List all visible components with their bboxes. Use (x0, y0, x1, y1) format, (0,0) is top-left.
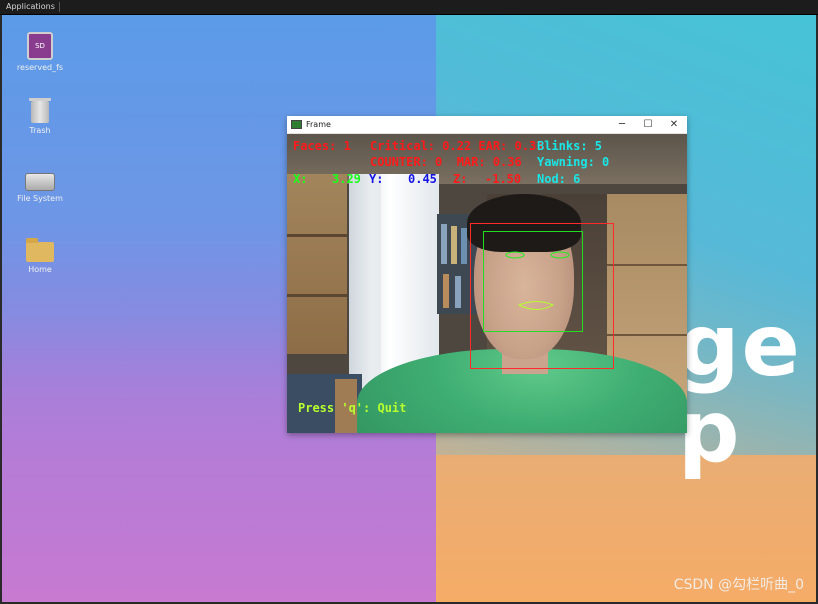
frame-window[interactable]: Frame ─ ☐ ✕ Faces: 1 Critical: 0.22 EAR:… (287, 116, 687, 433)
desktop-icon-home[interactable]: Home (10, 238, 70, 274)
z-value: -1.50 (485, 172, 522, 186)
left-eye-landmark (505, 251, 525, 259)
minimize-button[interactable]: ─ (609, 116, 635, 133)
desktop-icon-file-system[interactable]: File System (10, 173, 70, 203)
window-titlebar[interactable]: Frame ─ ☐ ✕ (287, 116, 687, 134)
nod-text: Nod: 6 (537, 172, 581, 186)
desktop-icon-label: File System (17, 194, 63, 203)
wallpaper-brand-text: ge p (678, 296, 802, 482)
y-label: Y: (369, 172, 384, 186)
mouth-landmark (517, 301, 555, 310)
right-eye-landmark (550, 251, 570, 259)
top-panel: Applications (0, 0, 818, 15)
desktop-icon-label: reserved_fs (16, 63, 64, 72)
desktop-icon-label: Home (28, 265, 52, 274)
desktop-icon-label: Trash (29, 126, 51, 135)
quit-hint-text: Press 'q': Quit (298, 401, 407, 415)
z-label: Z: (453, 172, 468, 186)
faces-count-text: Faces: 1 (293, 139, 351, 153)
counter-mar-text: COUNTER: 0 MAR: 0.36 (370, 155, 522, 169)
detection-overlay: Faces: 1 Critical: 0.22 EAR: 0.33 Blinks… (287, 134, 687, 433)
desktop-icon-reserved-fs[interactable]: SD reserved_fs (10, 32, 70, 72)
close-button[interactable]: ✕ (661, 116, 687, 133)
desktop-icon-trash[interactable]: Trash (10, 98, 70, 135)
sd-card-icon: SD (27, 32, 53, 60)
critical-ear-text: Critical: 0.22 EAR: 0.33 (370, 139, 544, 153)
x-value: 3.29 (332, 172, 361, 186)
camera-frame: Faces: 1 Critical: 0.22 EAR: 0.33 Blinks… (287, 134, 687, 433)
maximize-button[interactable]: ☐ (635, 116, 661, 133)
y-value: 0.45 (408, 172, 437, 186)
trash-icon (29, 98, 51, 123)
window-title: Frame (306, 120, 331, 129)
yawning-text: Yawning: 0 (537, 155, 610, 169)
x-label: X: (293, 172, 308, 186)
drive-icon (25, 173, 55, 191)
applications-menu[interactable]: Applications (0, 2, 55, 11)
app-icon (291, 120, 302, 129)
folder-icon (26, 238, 54, 262)
panel-separator (58, 1, 60, 12)
csdn-watermark: CSDN @勾栏听曲_0 (673, 577, 804, 593)
blinks-text: Blinks: 5 (537, 139, 603, 153)
